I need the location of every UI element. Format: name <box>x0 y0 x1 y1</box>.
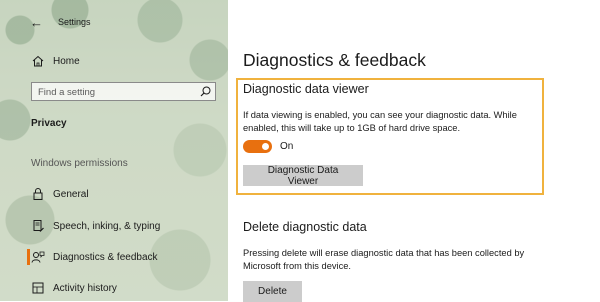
sidebar-item-diagnostics-feedback[interactable]: Diagnostics & feedback <box>0 246 228 268</box>
home-icon <box>32 55 44 67</box>
sidebar-item-speech-inking-typing[interactable]: Speech, inking, & typing <box>0 215 228 237</box>
search-input[interactable]: Find a setting <box>31 82 216 101</box>
sidebar-item-general[interactable]: General <box>0 183 228 205</box>
settings-sidebar: ← Settings Home Find a setting Privacy W… <box>0 0 228 301</box>
toggle-knob <box>262 143 269 150</box>
diagnostic-viewer-toggle[interactable] <box>243 140 272 153</box>
feedback-person-icon <box>31 251 45 263</box>
section-header-privacy: Privacy <box>31 118 67 129</box>
title-bar: ← Settings <box>0 12 228 32</box>
page-title: Diagnostics & feedback <box>243 50 426 70</box>
main-content: Diagnostics & feedback Diagnostic data v… <box>228 0 600 302</box>
diagnostic-data-viewer-button[interactable]: Diagnostic Data Viewer <box>243 165 363 187</box>
sidebar-item-label: General <box>53 188 89 200</box>
document-pen-icon <box>33 220 44 232</box>
group-header-windows-permissions: Windows permissions <box>31 158 128 169</box>
window-title: Settings <box>58 17 91 27</box>
sidebar-item-label: Diagnostics & feedback <box>53 251 158 263</box>
viewer-section-title: Diagnostic data viewer <box>243 82 369 96</box>
sidebar-item-activity-history[interactable]: Activity history <box>0 277 228 299</box>
delete-button[interactable]: Delete <box>243 281 302 302</box>
sidebar-item-home[interactable]: Home <box>0 50 228 72</box>
search-placeholder: Find a setting <box>38 87 96 98</box>
sidebar-item-label: Home <box>53 55 80 67</box>
viewer-description: If data viewing is enabled, you can see … <box>243 110 517 133</box>
search-icon[interactable] <box>199 85 212 98</box>
sidebar-item-label: Speech, inking, & typing <box>53 220 161 232</box>
sidebar-item-label: Activity history <box>53 282 117 294</box>
back-arrow-icon[interactable]: ← <box>30 15 43 30</box>
toggle-state-label: On <box>280 141 294 152</box>
delete-description: Pressing delete will erase diagnostic da… <box>243 248 525 271</box>
timeline-icon <box>32 282 44 294</box>
delete-section-title: Delete diagnostic data <box>243 220 367 234</box>
lock-icon <box>33 188 43 200</box>
